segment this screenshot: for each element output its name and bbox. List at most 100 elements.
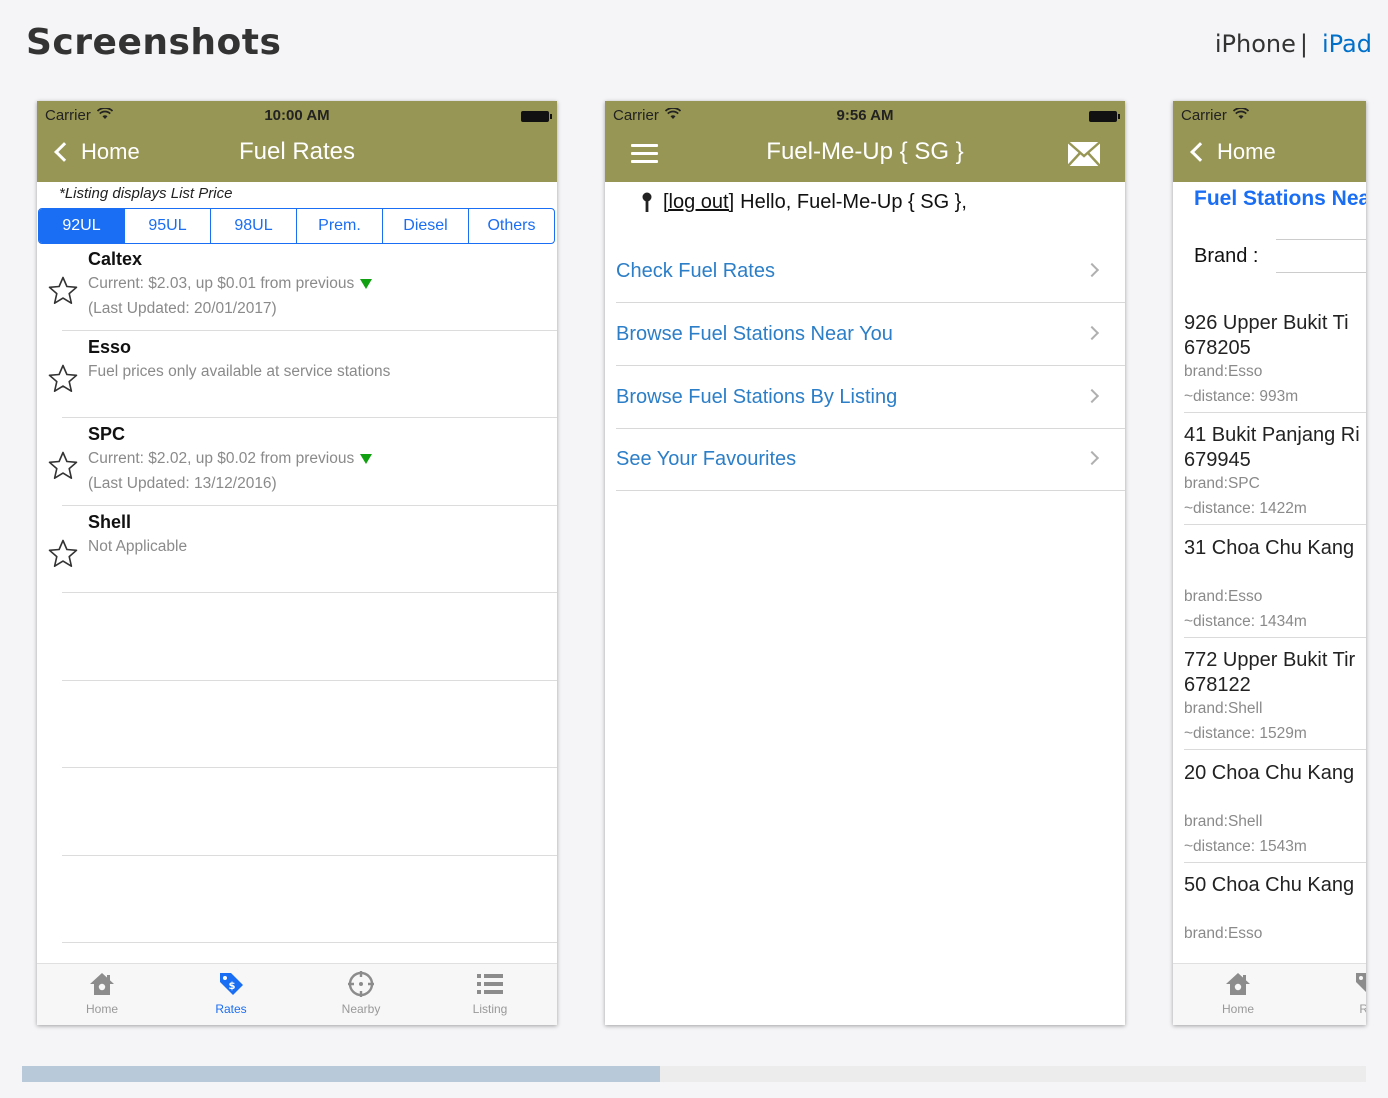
rate-row-caltex[interactable]: Caltex Current: $2.03, up $0.01 from pre… — [37, 249, 557, 337]
down-triangle-icon — [360, 453, 373, 464]
star-icon[interactable] — [47, 450, 79, 482]
row-divider — [62, 855, 557, 856]
list-icon — [477, 974, 503, 994]
greeting: [log out] Hello, Fuel-Me-Up { SG }, — [641, 191, 967, 214]
brand-label: Brand : — [1194, 245, 1259, 267]
star-icon[interactable] — [47, 363, 79, 395]
station-distance: ~distance: 1434m — [1184, 613, 1307, 630]
menu-favourites[interactable]: See Your Favourites — [616, 429, 1125, 491]
nav-title: Fuel Rates — [238, 138, 356, 165]
menu-browse-nearby[interactable]: Browse Fuel Stations Near You — [616, 304, 1125, 366]
svg-text:$: $ — [229, 981, 236, 992]
segment-98ul[interactable]: 98UL — [211, 209, 297, 243]
segment-prem[interactable]: Prem. — [297, 209, 383, 243]
station-distance: ~distance: 993m — [1184, 388, 1299, 405]
tab-nearby[interactable]: Nearby — [311, 970, 411, 1016]
segment-others[interactable]: Others — [469, 209, 554, 243]
station-name: Esso — [88, 337, 132, 357]
nav-title: Fuel-Me-Up { SG } — [766, 138, 964, 165]
fuel-type-segmented-control: 92UL 95UL 98UL Prem. Diesel Others — [38, 208, 555, 244]
tab-listing[interactable]: Listing — [440, 970, 540, 1016]
tab-rates[interactable]: $ Rates — [181, 970, 281, 1016]
status-bar: Carrier 10:00 AM — [37, 105, 557, 125]
brand-picker[interactable] — [1276, 272, 1366, 273]
chevron-left-icon — [1190, 142, 1210, 162]
station-name: Shell — [88, 512, 132, 532]
station-item[interactable]: 926 Upper Bukit Ti 678205 brand:Esso ~di… — [1184, 301, 1366, 413]
star-icon[interactable] — [47, 275, 79, 307]
nearby-heading: Fuel Stations Nea — [1194, 187, 1366, 210]
station-item[interactable]: 20 Choa Chu Kang brand:Shell ~distance: … — [1184, 751, 1366, 863]
station-address: 50 Choa Chu Kang — [1184, 874, 1355, 896]
menu-check-fuel-rates[interactable]: Check Fuel Rates — [616, 241, 1125, 303]
back-button[interactable]: Home — [1189, 139, 1276, 165]
device-toggle: iPhone | iPad — [1215, 30, 1372, 58]
station-item[interactable]: 31 Choa Chu Kang brand:Esso ~distance: 1… — [1184, 526, 1366, 638]
iphone-link[interactable]: iPhone — [1215, 30, 1296, 58]
battery-icon — [521, 111, 552, 122]
menu-browse-by-listing[interactable]: Browse Fuel Stations By Listing — [616, 367, 1125, 429]
row-divider — [62, 505, 557, 506]
segment-95ul[interactable]: 95UL — [125, 209, 211, 243]
home-icon — [90, 973, 114, 995]
nav-bar: Carrier 10:00 AM Home Fuel Rates — [37, 101, 557, 182]
logout-link[interactable]: [log out] — [663, 191, 734, 214]
screenshot-fuel-rates[interactable]: Carrier 10:00 AM Home Fuel Rates *Listin… — [37, 101, 557, 1025]
row-divider — [62, 330, 557, 331]
station-address: 31 Choa Chu Kang — [1184, 537, 1355, 559]
rate-current: Fuel prices only available at service st… — [88, 363, 391, 380]
listing-note: *Listing displays List Price — [59, 185, 233, 202]
segment-92ul[interactable]: 92UL — [39, 209, 125, 243]
horizontal-scrollbar[interactable] — [22, 1066, 1366, 1082]
station-brand: brand:Shell — [1184, 700, 1263, 717]
station-brand: brand:SPC — [1184, 475, 1260, 492]
station-item[interactable]: 50 Choa Chu Kang brand:Esso — [1184, 863, 1366, 975]
mail-icon[interactable] — [1067, 141, 1101, 167]
star-icon[interactable] — [47, 538, 79, 570]
rate-updated: (Last Updated: 13/12/2016) — [88, 475, 277, 492]
price-tag-icon: $ — [220, 973, 243, 995]
tab-home[interactable]: Home — [52, 970, 152, 1016]
chevron-right-icon — [1084, 388, 1100, 404]
home-icon — [1226, 973, 1250, 995]
screenshot-nearby-stations[interactable]: Carrier Home Fuel Stations Nea Brand : 9… — [1173, 101, 1366, 1025]
screenshot-home-menu[interactable]: Carrier 9:56 AM Fuel-Me-Up { SG } [log o… — [605, 101, 1125, 1025]
rate-row-spc[interactable]: SPC Current: $2.02, up $0.02 from previo… — [37, 424, 557, 512]
rate-current: Current: $2.03, up $0.01 from previous — [88, 275, 373, 293]
station-distance: ~distance: 1529m — [1184, 725, 1307, 742]
station-name: Caltex — [88, 249, 143, 269]
rate-row-shell[interactable]: Shell Not Applicable — [37, 512, 557, 600]
brand-picker-border — [1276, 239, 1366, 240]
chevron-right-icon — [1084, 262, 1100, 278]
price-tag-icon — [1356, 973, 1366, 992]
ipad-link[interactable]: iPad — [1322, 30, 1372, 58]
station-brand: brand:Esso — [1184, 363, 1263, 380]
chevron-right-icon — [1084, 450, 1100, 466]
battery-icon — [1089, 111, 1120, 122]
station-item[interactable]: 772 Upper Bukit Tir 678122 brand:Shell ~… — [1184, 638, 1366, 750]
scrollbar-thumb[interactable] — [22, 1066, 660, 1082]
tab-rates[interactable]: Ra — [1317, 970, 1366, 1016]
station-address: 926 Upper Bukit Ti 678205 — [1184, 312, 1349, 359]
tab-bar: Home Ra — [1173, 963, 1366, 1025]
page-title: Screenshots — [26, 22, 282, 63]
key-icon — [642, 192, 652, 212]
wifi-icon — [1232, 107, 1249, 123]
crosshair-icon — [348, 971, 374, 997]
segment-diesel[interactable]: Diesel — [383, 209, 469, 243]
status-time: 9:56 AM — [836, 107, 894, 124]
station-brand: brand:Esso — [1184, 925, 1263, 942]
station-distance: ~distance: 1543m — [1184, 838, 1307, 855]
device-separator: | — [1299, 30, 1308, 58]
tab-bar: Home $ Rates Nearby Listing — [37, 963, 557, 1025]
chevron-right-icon — [1084, 325, 1100, 341]
down-triangle-icon — [360, 278, 373, 289]
rate-row-esso[interactable]: Esso Fuel prices only available at servi… — [37, 337, 557, 425]
station-item[interactable]: 41 Bukit Panjang Ri 679945 brand:SPC ~di… — [1184, 413, 1366, 525]
station-address: 20 Choa Chu Kang — [1184, 762, 1355, 784]
tab-home[interactable]: Home — [1188, 970, 1288, 1016]
rate-current: Not Applicable — [88, 538, 188, 555]
row-divider — [62, 680, 557, 681]
station-address: 772 Upper Bukit Tir 678122 — [1184, 649, 1356, 696]
rate-current: Current: $2.02, up $0.02 from previous — [88, 450, 373, 468]
